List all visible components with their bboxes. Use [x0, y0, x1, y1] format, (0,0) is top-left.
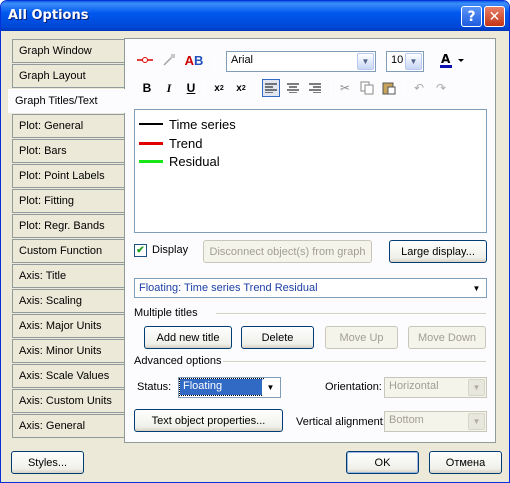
- tab-axis-scale-values[interactable]: Axis: Scale Values: [12, 364, 124, 388]
- styles-button[interactable]: Styles...: [11, 451, 84, 474]
- underline-icon[interactable]: U: [182, 79, 200, 97]
- toolbar-separator: [214, 52, 215, 70]
- align-left-icon[interactable]: [262, 79, 280, 97]
- toolbar-separator: [330, 80, 331, 98]
- ok-button[interactable]: OK: [346, 451, 419, 474]
- tab-graph-window[interactable]: Graph Window: [12, 39, 124, 63]
- paste-icon[interactable]: [380, 79, 398, 97]
- font-color-button[interactable]: A: [438, 51, 466, 69]
- series-line-green: [139, 159, 163, 163]
- disconnect-button[interactable]: Disconnect object(s) from graph: [203, 240, 372, 263]
- help-button[interactable]: ?: [461, 6, 482, 27]
- orientation-select-value: Horizontal: [389, 380, 439, 392]
- orientation-label: Orientation:: [325, 381, 382, 393]
- all-options-dialog: All Options ? ✕ Graph Window Graph Layou…: [0, 0, 510, 483]
- tab-plot-fitting[interactable]: Plot: Fitting: [12, 189, 124, 213]
- chevron-down-icon: ▼: [357, 53, 374, 70]
- tab-graph-layout[interactable]: Graph Layout: [12, 64, 124, 88]
- vertical-alignment-select-value: Bottom: [389, 414, 424, 426]
- tab-graph-titles-text[interactable]: Graph Titles/Text: [8, 89, 126, 113]
- tab-plot-point-labels[interactable]: Plot: Point Labels: [12, 164, 124, 188]
- format-toolbar-1: AB Arial ▼ 10 ▼ A: [128, 47, 494, 73]
- font-size-value: 10: [391, 54, 404, 66]
- redo-icon[interactable]: ↷: [432, 79, 450, 97]
- subscript-icon[interactable]: x2: [210, 79, 228, 97]
- status-label: Status:: [137, 381, 172, 393]
- text-line-label: Time series: [169, 116, 236, 132]
- tab-axis-title[interactable]: Axis: Title: [12, 264, 124, 288]
- tab-axis-major-units[interactable]: Axis: Major Units: [12, 314, 124, 338]
- font-size-select[interactable]: 10 ▼: [386, 51, 424, 72]
- series-line-black: [139, 123, 163, 125]
- close-button[interactable]: ✕: [484, 6, 505, 27]
- tab-axis-custom-units[interactable]: Axis: Custom Units: [12, 389, 124, 413]
- chevron-down-icon: ▼: [468, 280, 485, 297]
- tab-plot-bars[interactable]: Plot: Bars: [12, 139, 124, 163]
- group-divider: [216, 313, 486, 315]
- status-select[interactable]: Floating ▼: [178, 377, 281, 398]
- advanced-options-group-label: Advanced options: [134, 355, 222, 367]
- toolbar-separator: [404, 80, 405, 98]
- tab-plot-general[interactable]: Plot: General: [12, 114, 124, 138]
- window-title: All Options: [8, 8, 89, 23]
- vertical-alignment-select[interactable]: Bottom ▼: [384, 411, 487, 432]
- font-name-select[interactable]: Arial ▼: [226, 51, 376, 72]
- text-line-residual: Residual: [139, 152, 220, 170]
- group-divider: [223, 361, 486, 363]
- multiple-titles-group-label: Multiple titles: [134, 307, 198, 319]
- chevron-down-icon: ▼: [262, 379, 279, 396]
- align-right-icon[interactable]: [306, 79, 324, 97]
- status-select-value: Floating: [179, 378, 264, 396]
- cancel-button[interactable]: Отмена: [429, 451, 502, 474]
- copy-icon[interactable]: [358, 79, 376, 97]
- tab-plot-regr-bands[interactable]: Plot: Regr. Bands: [12, 214, 124, 238]
- text-color-ab-icon[interactable]: AB: [185, 51, 204, 69]
- display-label: Display: [152, 244, 189, 256]
- svg-text:A: A: [441, 52, 451, 66]
- orientation-select[interactable]: Horizontal ▼: [384, 377, 487, 398]
- text-line-label: Trend: [169, 135, 203, 151]
- add-new-title-button[interactable]: Add new title: [144, 326, 232, 349]
- chevron-down-icon: ▼: [468, 413, 485, 430]
- titles-select-value: Floating: Time series Trend Residual: [139, 282, 318, 294]
- italic-icon[interactable]: I: [160, 79, 178, 97]
- tab-axis-minor-units[interactable]: Axis: Minor Units: [12, 339, 124, 363]
- tab-custom-function[interactable]: Custom Function: [12, 239, 124, 263]
- undo-icon[interactable]: ↶: [410, 79, 428, 97]
- move-down-button[interactable]: Move Down: [408, 326, 486, 349]
- title-bar: All Options ? ✕: [1, 1, 509, 31]
- align-center-icon[interactable]: [284, 79, 302, 97]
- text-object-properties-button[interactable]: Text object properties...: [134, 409, 283, 432]
- bold-icon[interactable]: B: [138, 79, 156, 97]
- large-display-button[interactable]: Large display...: [389, 240, 487, 263]
- vertical-alignment-label: Vertical alignment:: [296, 416, 386, 428]
- toolbar-separator: [256, 80, 257, 98]
- toolbar-separator: [204, 80, 205, 98]
- tab-axis-general[interactable]: Axis: General: [12, 414, 124, 438]
- chevron-down-icon: ▼: [468, 379, 485, 396]
- symbol-style-icon[interactable]: [160, 51, 178, 69]
- text-line-trend: Trend: [139, 134, 202, 152]
- line-style-icon[interactable]: [136, 51, 154, 69]
- text-line-label: Residual: [169, 153, 220, 169]
- delete-button[interactable]: Delete: [241, 326, 314, 349]
- cut-icon[interactable]: ✂: [336, 79, 354, 97]
- display-checkbox[interactable]: ✔: [134, 244, 147, 257]
- series-line-red: [139, 141, 163, 145]
- move-up-button[interactable]: Move Up: [325, 326, 398, 349]
- superscript-icon[interactable]: x2: [232, 79, 250, 97]
- title-text-editor[interactable]: Time series Trend Residual: [134, 109, 487, 233]
- font-name-value: Arial: [231, 54, 254, 66]
- tab-axis-scaling[interactable]: Axis: Scaling: [12, 289, 124, 313]
- titles-select[interactable]: Floating: Time series Trend Residual ▼: [134, 278, 487, 298]
- text-line-time-series: Time series: [139, 115, 236, 133]
- format-toolbar-2: B I U x2 x2 ✂ ↶ ↷: [128, 75, 494, 101]
- chevron-down-icon: ▼: [405, 53, 422, 70]
